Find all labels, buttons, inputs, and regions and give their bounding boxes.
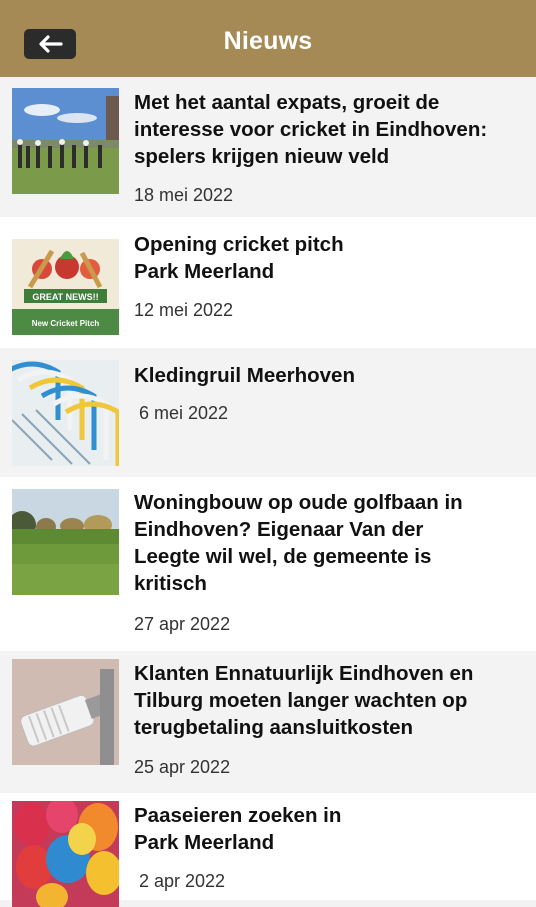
news-thumbnail-cricket-field [12, 88, 119, 194]
thumbnail-banner-text: GREAT NEWS!! [32, 292, 98, 302]
news-title-line: spelers krijgen nieuw veld [134, 145, 390, 168]
news-title-line: Eindhoven? Eigenaar Van der [134, 518, 424, 541]
news-title-line: Paaseieren zoeken in [134, 804, 342, 827]
news-item-kledingruil[interactable]: Kledingruil Meerhoven 6 mei 2022 [0, 348, 536, 477]
news-title: Kledingruil Meerhoven [134, 362, 526, 389]
news-item-paaseieren[interactable]: Paaseieren zoeken in Park Meerland 2 apr… [0, 793, 536, 907]
news-title-line: terugbetaling aansluitkosten [134, 716, 414, 739]
news-title-line: Woningbouw op oude golfbaan in [134, 491, 463, 514]
news-title-line: interesse voor cricket in Eindhoven: [134, 118, 488, 141]
news-date: 12 mei 2022 [134, 300, 234, 320]
news-date: 18 mei 2022 [134, 185, 234, 205]
news-date: 6 mei 2022 [139, 403, 229, 423]
news-title-line: Klanten Ennatuurlijk Eindhoven en [134, 662, 474, 685]
news-item-ennatuurlijk[interactable]: Klanten Ennatuurlijk Eindhoven en Tilbur… [0, 651, 536, 793]
news-title-line: Tilburg moeten langer wachten op [134, 689, 468, 712]
news-title: Met het aantal expats, groeit de interes… [134, 89, 526, 170]
news-thumbnail-golf-course [12, 489, 119, 595]
news-title-line: Kledingruil Meerhoven [134, 364, 355, 387]
news-thumbnail-radiator-valve [12, 659, 119, 765]
page-title: Nieuws [223, 27, 313, 55]
app-header: Nieuws [0, 0, 536, 77]
news-item-cricket-expats[interactable]: Met het aantal expats, groeit de interes… [0, 77, 536, 217]
news-date: 25 apr 2022 [134, 757, 231, 777]
news-title: Woningbouw op oude golfbaan in Eindhoven… [134, 489, 526, 597]
news-title-line: Opening cricket pitch [134, 233, 344, 256]
news-item-woningbouw-golfbaan[interactable]: Woningbouw op oude golfbaan in Eindhoven… [0, 477, 536, 651]
news-thumbnail-easter-eggs [12, 801, 119, 907]
news-item-cricket-pitch-opening[interactable]: GREAT NEWS!! New Cricket Pitch Opening c… [0, 217, 536, 348]
news-title: Klanten Ennatuurlijk Eindhoven en Tilbur… [134, 660, 526, 741]
thumbnail-caption-text: New Cricket Pitch [32, 319, 100, 328]
news-thumbnail-great-news: GREAT NEWS!! New Cricket Pitch [12, 229, 119, 335]
news-date: 2 apr 2022 [139, 871, 226, 891]
news-title: Opening cricket pitch Park Meerland [134, 231, 526, 285]
news-title-line: kritisch [134, 572, 207, 595]
news-title: Paaseieren zoeken in Park Meerland [134, 802, 526, 856]
news-title-line: Park Meerland [134, 831, 275, 854]
news-title-line: Met het aantal expats, groeit de [134, 91, 440, 114]
news-title-line: Park Meerland [134, 260, 275, 283]
news-date: 27 apr 2022 [134, 614, 231, 634]
news-thumbnail-hangers [12, 360, 119, 466]
news-title-line: Leegte wil wel, de gemeente is [134, 545, 432, 568]
